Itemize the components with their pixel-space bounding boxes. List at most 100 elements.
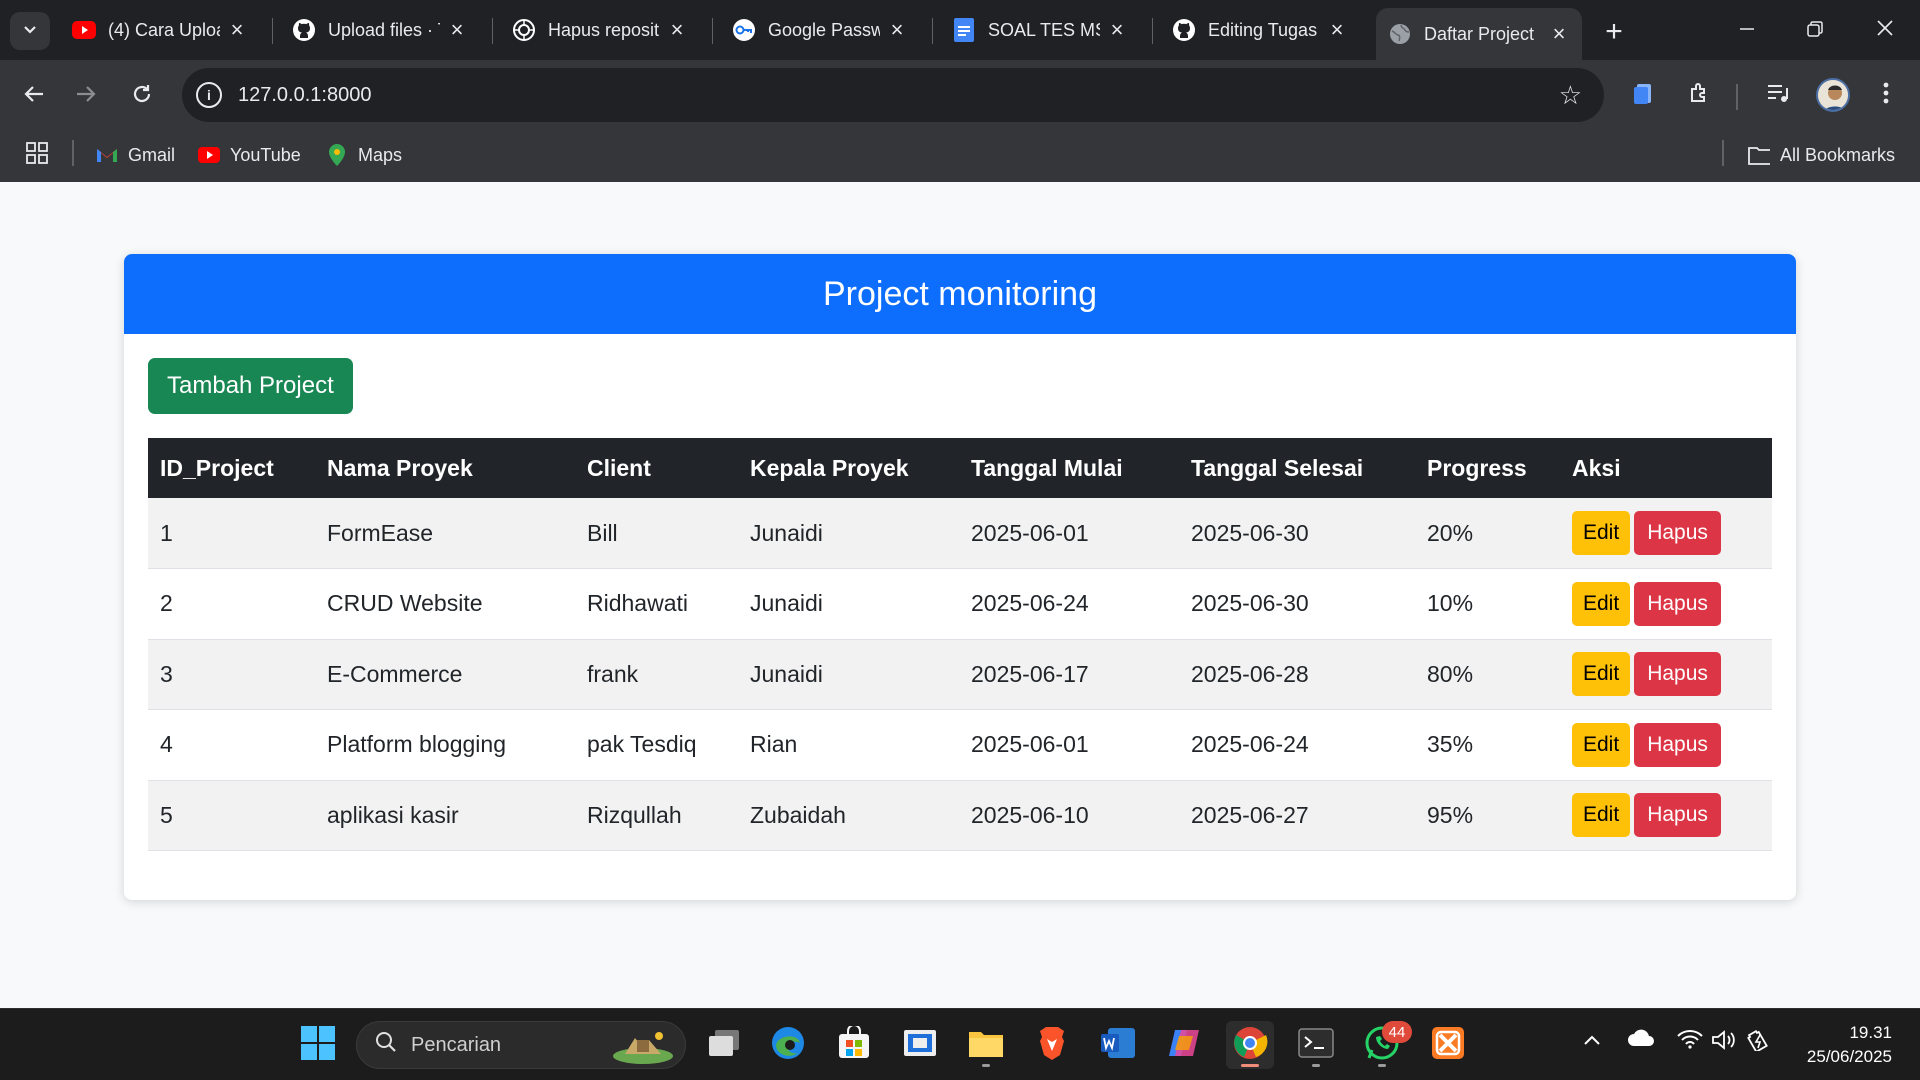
chatgpt-icon (512, 18, 536, 42)
chevron-up-icon (1583, 1029, 1601, 1052)
app-button[interactable] (896, 1021, 944, 1069)
github-icon (292, 18, 316, 42)
reload-icon (131, 81, 153, 112)
restore-button[interactable] (1782, 0, 1848, 60)
copilot-button[interactable] (1160, 1021, 1208, 1069)
bookmark-divider (1722, 140, 1724, 166)
col-client: Client (575, 438, 738, 498)
media-control-button[interactable] (1758, 76, 1798, 116)
folder-icon (1748, 144, 1770, 166)
task-view-button[interactable] (700, 1021, 748, 1069)
bookmark-divider (72, 140, 74, 166)
start-button[interactable] (294, 1021, 342, 1069)
delete-button[interactable]: Hapus (1634, 581, 1721, 626)
running-indicator (1312, 1064, 1320, 1067)
cell-lead: Junaidi (738, 568, 959, 640)
bookmark-label: Maps (358, 144, 403, 165)
extensions-menu-button[interactable] (1680, 76, 1720, 116)
col-actions: Aksi (1560, 438, 1772, 498)
reload-button[interactable] (122, 76, 162, 116)
taskbar-search[interactable]: Pencarian (356, 1021, 686, 1069)
edge-button[interactable] (764, 1021, 812, 1069)
chrome-button[interactable] (1226, 1021, 1274, 1069)
apps-button[interactable] (26, 138, 48, 172)
microsoft-store-button[interactable] (830, 1021, 878, 1069)
delete-button[interactable]: Hapus (1634, 511, 1721, 555)
table-row: 2 CRUD Website Ridhawati Junaidi 2025-06… (148, 568, 1772, 640)
cell-name: FormEase (315, 498, 575, 569)
tab-google-docs[interactable]: SOAL TES MSI × (940, 8, 1140, 52)
menu-button[interactable] (1866, 76, 1906, 116)
tab-github-upload[interactable]: Upload files · T × (280, 8, 480, 52)
cell-actions: Edit Hapus (1560, 709, 1772, 781)
edit-button[interactable]: Edit (1572, 722, 1631, 767)
bookmark-maps[interactable]: Maps (326, 138, 402, 172)
google-docs-icon (952, 18, 976, 42)
profile-avatar[interactable] (1816, 78, 1850, 112)
word-icon (1100, 1027, 1136, 1064)
brave-button[interactable] (1028, 1021, 1076, 1069)
minimize-button[interactable] (1714, 0, 1780, 60)
delete-button[interactable]: Hapus (1634, 722, 1721, 767)
tab-chatgpt[interactable]: Hapus reposit × (500, 8, 700, 52)
extension-button[interactable] (1624, 76, 1664, 116)
tab-youtube[interactable]: (4) Cara Uploa × (60, 8, 260, 52)
col-name: Nama Proyek (315, 438, 575, 498)
xampp-icon (1431, 1026, 1465, 1065)
search-highlight-icon (611, 1028, 675, 1070)
table-row: 3 E-Commerce frank Junaidi 2025-06-17 20… (148, 639, 1772, 710)
all-bookmarks-button[interactable]: All Bookmarks (1748, 138, 1895, 172)
close-icon[interactable]: × (226, 17, 248, 42)
window-app-icon (903, 1027, 937, 1064)
onedrive-button[interactable] (1626, 1029, 1656, 1053)
cell-actions: Edit Hapus (1560, 498, 1772, 569)
add-project-button[interactable]: Tambah Project (148, 358, 353, 414)
tab-title: Upload files · T (328, 19, 440, 40)
browser-toolbar: i 127.0.0.1:8000 ☆ Gmail YouTube Maps Al… (0, 60, 1920, 188)
tab-google-password[interactable]: Google Passw × (720, 8, 920, 52)
volume-button[interactable] (1710, 1029, 1738, 1057)
table-row: 4 Platform blogging pak Tesdiq Rian 2025… (148, 709, 1772, 781)
system-clock[interactable]: 19.31 25/06/2025 (1792, 1021, 1892, 1069)
bookmark-label: YouTube (230, 144, 301, 165)
close-icon[interactable]: × (446, 17, 468, 42)
close-icon[interactable]: × (666, 17, 688, 42)
edit-button[interactable]: Edit (1572, 511, 1631, 555)
file-explorer-button[interactable] (962, 1021, 1010, 1069)
cell-name: Platform blogging (315, 709, 575, 781)
address-bar[interactable]: i 127.0.0.1:8000 ☆ (182, 68, 1604, 122)
close-icon[interactable]: × (1326, 17, 1348, 42)
delete-button[interactable]: Hapus (1634, 652, 1721, 697)
tab-search-button[interactable] (10, 12, 50, 50)
delete-button[interactable]: Hapus (1634, 793, 1721, 838)
close-icon[interactable]: × (1548, 21, 1570, 46)
wifi-button[interactable] (1676, 1029, 1704, 1055)
xampp-button[interactable] (1424, 1021, 1472, 1069)
close-window-button[interactable] (1852, 0, 1918, 60)
bookmark-star-icon[interactable]: ☆ (1559, 80, 1582, 111)
tab-github-editing[interactable]: Editing Tugas × (1160, 8, 1360, 52)
tab-title: SOAL TES MSI (988, 19, 1100, 40)
close-icon[interactable]: × (886, 17, 908, 42)
tab-daftar-project[interactable]: Daftar Project × (1376, 8, 1582, 60)
bookmark-youtube[interactable]: YouTube (198, 138, 301, 172)
table-row: 1 FormEase Bill Junaidi 2025-06-01 2025-… (148, 498, 1772, 569)
battery-button[interactable] (1746, 1029, 1774, 1057)
back-button[interactable] (14, 76, 54, 116)
terminal-button[interactable] (1292, 1021, 1340, 1069)
forward-button[interactable] (66, 76, 106, 116)
tab-bar: (4) Cara Uploa × Upload files · T × Hapu… (0, 0, 1920, 60)
cell-end: 2025-06-30 (1179, 498, 1415, 569)
cell-start: 2025-06-01 (959, 709, 1179, 781)
edit-button[interactable]: Edit (1572, 581, 1631, 626)
new-tab-button[interactable]: + (1596, 14, 1632, 50)
edit-button[interactable]: Edit (1572, 652, 1631, 697)
battery-charging-icon (1747, 1029, 1773, 1057)
close-icon[interactable]: × (1106, 17, 1128, 42)
site-info-icon[interactable]: i (196, 82, 222, 108)
edit-button[interactable]: Edit (1572, 793, 1631, 838)
word-button[interactable] (1094, 1021, 1142, 1069)
url-text[interactable]: 127.0.0.1:8000 (238, 84, 371, 107)
show-hidden-icons-button[interactable] (1580, 1029, 1604, 1052)
bookmark-gmail[interactable]: Gmail (96, 138, 175, 172)
